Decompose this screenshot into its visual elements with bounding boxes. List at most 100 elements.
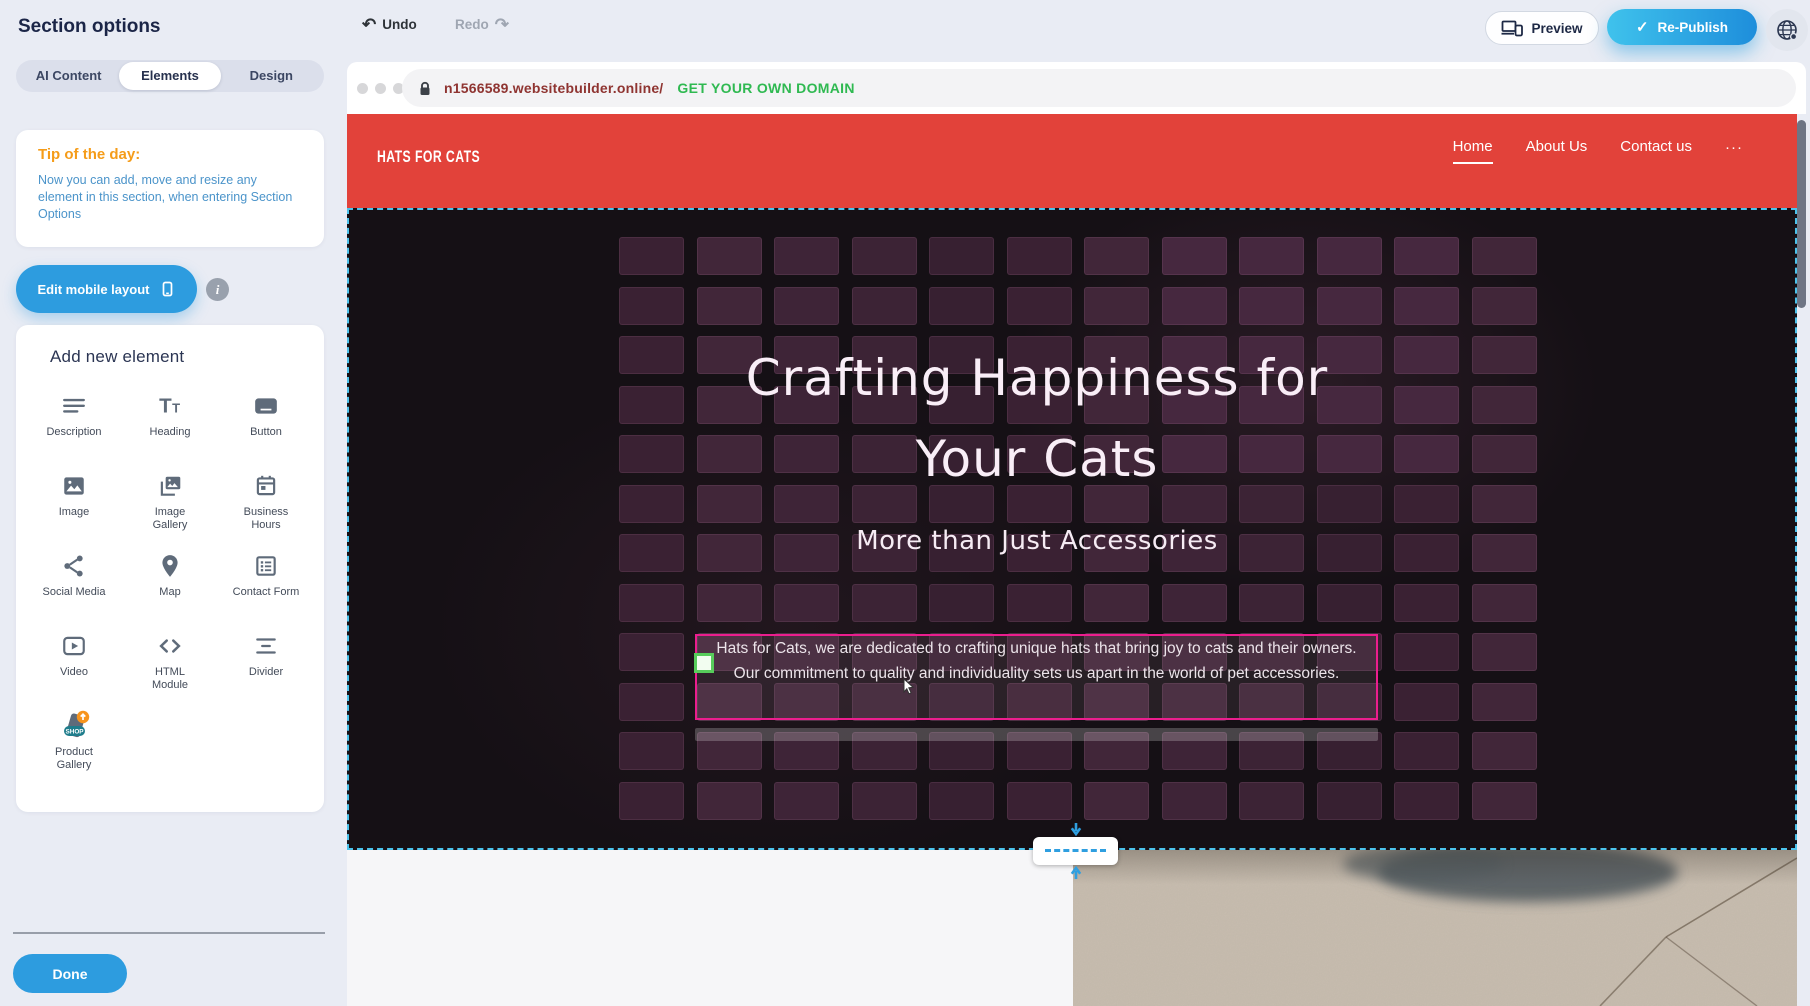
add-element-contact-form[interactable]: Contact Form (218, 540, 314, 620)
get-your-own-domain-link[interactable]: GET YOUR OWN DOMAIN (677, 80, 854, 96)
element-label: Social Media (43, 586, 106, 599)
hero-grid-cell (1394, 237, 1459, 275)
site-url[interactable]: n1566589.websitebuilder.online/ (444, 80, 663, 96)
redo-label: Redo (455, 17, 489, 32)
element-label: HTML Module (136, 666, 204, 692)
browser-chrome: n1566589.websitebuilder.online/ GET YOUR… (347, 62, 1806, 114)
hero-grid-cell (1007, 287, 1072, 325)
add-element-image-gallery[interactable]: Image Gallery (122, 460, 218, 540)
add-element-map[interactable]: Map (122, 540, 218, 620)
add-element-heading[interactable]: TTHeading (122, 380, 218, 460)
devices-icon (1501, 20, 1523, 37)
hero-grid-cell (929, 782, 994, 820)
tip-heading: Tip of the day: (38, 146, 140, 163)
hero-grid-cell (1394, 287, 1459, 325)
hero-grid-cell (1084, 485, 1149, 523)
add-element-image[interactable]: Image (26, 460, 122, 540)
nav-contact-us[interactable]: Contact us (1620, 138, 1692, 162)
description-icon (61, 388, 87, 424)
language-globe-button[interactable] (1766, 9, 1808, 51)
hero-grid-cell (1317, 287, 1382, 325)
hero-grid-cell (1317, 237, 1382, 275)
hero-section-selected[interactable]: Crafting Happiness for Your Cats More th… (347, 208, 1797, 850)
nav-home[interactable]: Home (1453, 138, 1493, 164)
image-icon (61, 468, 87, 504)
site-logo[interactable]: HATS FOR CATS (377, 147, 480, 167)
hero-grid-cell (1084, 782, 1149, 820)
info-icon[interactable]: i (206, 278, 229, 301)
add-element-divider[interactable]: Divider (218, 620, 314, 700)
section-height-resize-handle[interactable] (1033, 837, 1118, 865)
undo-button[interactable]: ↶ Undo (362, 17, 417, 32)
tab-ai-content[interactable]: AI Content (18, 62, 119, 90)
hero-subheading[interactable]: More than Just Accessories (347, 526, 1727, 556)
hero-grid-cell (1472, 633, 1537, 671)
url-bar[interactable]: n1566589.websitebuilder.online/ GET YOUR… (402, 69, 1796, 107)
element-label: Description (46, 426, 101, 439)
hero-grid-cell (1472, 237, 1537, 275)
hero-grid-cell (1239, 485, 1304, 523)
hero-grid-cell (697, 782, 762, 820)
hero-grid-cell (1394, 485, 1459, 523)
element-resize-handle[interactable] (694, 653, 714, 673)
element-label: Video (60, 666, 88, 679)
hero-grid-cell (619, 485, 684, 523)
svg-text:T: T (172, 401, 180, 416)
add-element-description[interactable]: Description (26, 380, 122, 460)
check-icon: ✓ (1636, 18, 1649, 36)
site-preview: HATS FOR CATS HomeAbout UsContact us··· … (347, 114, 1797, 1006)
nav-more-icon[interactable]: ··· (1725, 138, 1743, 156)
resize-handle-dashes (1045, 849, 1106, 852)
hero-grid-cell (697, 584, 762, 622)
site-header[interactable]: HATS FOR CATS Home About Us Contact us ··· (347, 114, 1797, 208)
add-element-product-gallery[interactable]: SHOP Product Gallery (26, 700, 122, 780)
undo-label: Undo (382, 17, 417, 32)
preview-button[interactable]: Preview (1485, 11, 1599, 45)
tab-elements[interactable]: Elements (119, 62, 220, 90)
page-title: Section options (18, 16, 161, 38)
hero-grid-cell (852, 485, 917, 523)
hero-grid-cell (1007, 237, 1072, 275)
product-gallery-icon: SHOP (56, 708, 92, 744)
mobile-phone-icon (159, 281, 175, 297)
add-element-button[interactable]: Button (218, 380, 314, 460)
hero-grid-cell (1394, 732, 1459, 770)
add-element-business-hours[interactable]: Business Hours (218, 460, 314, 540)
tab-design[interactable]: Design (221, 62, 322, 90)
add-element-title: Add new element (50, 347, 184, 367)
hero-text-element-selected[interactable]: Hats for Cats, we are dedicated to craft… (695, 634, 1378, 720)
hero-grid-cell (1239, 237, 1304, 275)
hero-grid-cell (697, 237, 762, 275)
edit-mobile-layout-button[interactable]: Edit mobile layout (16, 265, 197, 313)
hero-grid-cell (619, 683, 684, 721)
hero-grid-cell (1084, 584, 1149, 622)
heading-icon: TT (157, 388, 183, 424)
nav-about-us[interactable]: About Us (1526, 138, 1588, 162)
video-icon (61, 628, 87, 664)
social-media-icon (61, 548, 87, 584)
element-label: Product Gallery (40, 746, 108, 772)
website-builder-app: Section options AI ContentElementsDesign… (0, 0, 1810, 1006)
hero-heading-line2[interactable]: Your Cats (347, 430, 1727, 488)
element-hover-placeholder (695, 728, 1378, 741)
republish-button[interactable]: ✓ Re-Publish (1607, 9, 1757, 45)
hero-body-line1: Hats for Cats, we are dedicated to craft… (697, 636, 1376, 661)
preview-scrollbar[interactable] (1797, 120, 1806, 308)
add-element-html-module[interactable]: HTML Module (122, 620, 218, 700)
add-element-video[interactable]: Video (26, 620, 122, 700)
svg-text:SHOP: SHOP (65, 728, 84, 735)
lock-icon (418, 80, 432, 96)
element-label: Button (250, 426, 282, 439)
done-button[interactable]: Done (13, 954, 127, 993)
hero-grid-cell (1162, 485, 1227, 523)
hero-grid-cell (697, 485, 762, 523)
divider-icon (253, 628, 279, 664)
add-element-social-media[interactable]: Social Media (26, 540, 122, 620)
redo-button[interactable]: Redo ↷ (455, 17, 509, 32)
browser-dot (357, 83, 368, 94)
hero-heading-line1[interactable]: Crafting Happiness for (347, 349, 1727, 407)
hero-grid-cell (1239, 584, 1304, 622)
globe-icon (1775, 18, 1799, 42)
hero-grid-cell (1317, 584, 1382, 622)
business-hours-icon (253, 468, 279, 504)
